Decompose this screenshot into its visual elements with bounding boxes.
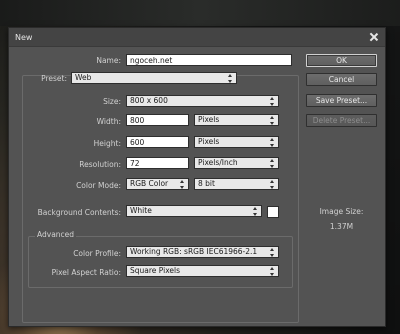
color-mode-select[interactable]: RGB Color <box>126 178 189 190</box>
height-unit-select[interactable]: Pixels <box>194 136 279 148</box>
color-profile-value: Working RGB: sRGB IEC61966-2.1 <box>130 247 258 256</box>
close-icon[interactable] <box>369 32 379 42</box>
background-color-swatch[interactable] <box>267 206 279 218</box>
size-select-value: 800 x 600 <box>130 96 168 105</box>
size-select[interactable]: 800 x 600 <box>126 95 279 107</box>
preset-label: Preset: <box>41 74 67 83</box>
size-label: Size: <box>103 97 121 106</box>
dialog-title: New <box>15 32 33 42</box>
width-label: Width: <box>96 117 121 126</box>
color-mode-value: RGB Color <box>130 179 169 188</box>
dropdown-arrows-icon <box>180 180 185 189</box>
dropdown-arrows-icon <box>270 97 275 106</box>
cancel-button[interactable]: Cancel <box>306 73 377 86</box>
bit-depth-value: 8 bit <box>198 179 215 188</box>
height-unit-value: Pixels <box>198 137 220 146</box>
background-contents-select[interactable]: White <box>126 205 262 217</box>
delete-preset-button: Delete Preset... <box>306 114 377 127</box>
preset-select[interactable]: Web <box>71 72 237 84</box>
height-label: Height: <box>93 139 121 148</box>
dropdown-arrows-icon <box>270 267 275 276</box>
advanced-group <box>28 236 293 288</box>
background-top-strip <box>0 0 400 26</box>
color-mode-label: Color Mode: <box>76 181 121 190</box>
resolution-unit-select[interactable]: Pixels/Inch <box>194 157 279 169</box>
name-input[interactable]: ngoceh.net <box>126 54 292 66</box>
pixel-aspect-ratio-select[interactable]: Square Pixels <box>126 265 279 277</box>
background-contents-label: Background Contents: <box>37 208 121 217</box>
dropdown-arrows-icon <box>270 138 275 147</box>
resolution-unit-value: Pixels/Inch <box>198 158 238 167</box>
pixel-aspect-ratio-value: Square Pixels <box>130 266 181 275</box>
dropdown-arrows-icon <box>270 248 275 257</box>
save-preset-button[interactable]: Save Preset... <box>306 94 377 107</box>
image-size-value: 1.37M <box>329 222 354 231</box>
width-unit-select[interactable]: Pixels <box>194 114 279 126</box>
pixel-aspect-ratio-label: Pixel Aspect Ratio: <box>51 268 121 277</box>
dropdown-arrows-icon <box>228 74 233 83</box>
new-document-dialog: New Name: ngoceh.net Preset: Web Size: 8… <box>8 27 386 327</box>
height-input[interactable]: 600 <box>126 136 189 148</box>
name-label: Name: <box>96 56 121 65</box>
dropdown-arrows-icon <box>270 159 275 168</box>
background-contents-value: White <box>130 206 152 215</box>
preset-select-value: Web <box>75 73 92 82</box>
bit-depth-select[interactable]: 8 bit <box>194 178 279 190</box>
resolution-input[interactable]: 72 <box>126 157 189 169</box>
dropdown-arrows-icon <box>270 116 275 125</box>
dropdown-arrows-icon <box>253 207 258 216</box>
width-input[interactable]: 800 <box>126 114 189 126</box>
width-unit-value: Pixels <box>198 115 220 124</box>
image-size-label: Image Size: <box>319 207 364 216</box>
ok-button[interactable]: OK <box>306 54 377 67</box>
resolution-label: Resolution: <box>79 160 121 169</box>
dropdown-arrows-icon <box>270 180 275 189</box>
dialog-titlebar: New <box>9 28 385 47</box>
advanced-group-title: Advanced <box>35 230 77 239</box>
color-profile-label: Color Profile: <box>73 249 121 258</box>
color-profile-select[interactable]: Working RGB: sRGB IEC61966-2.1 <box>126 246 279 258</box>
